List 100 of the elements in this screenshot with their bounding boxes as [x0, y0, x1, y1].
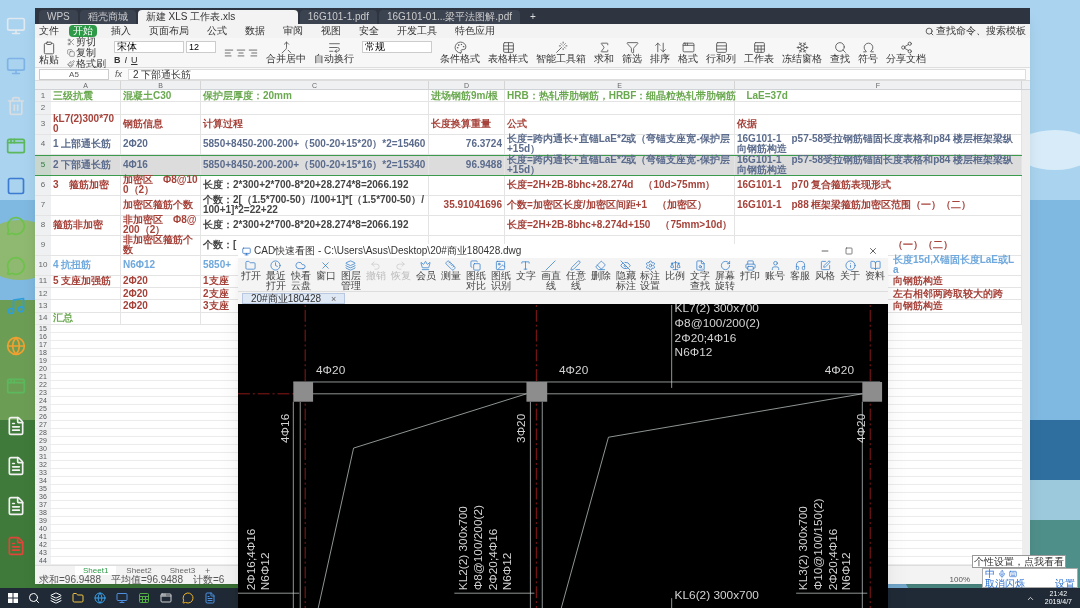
toolbar-button[interactable]: 隐藏标注	[614, 260, 637, 291]
cell-text: 个数=加密区长度/加密区间距+1 （加密区）	[507, 200, 708, 211]
font-style-button[interactable]: B	[114, 54, 121, 65]
toolbar-button[interactable]: 任意线	[564, 260, 587, 291]
toolbar-button[interactable]: 打印	[739, 260, 762, 281]
ribbon-button[interactable]: 排序	[650, 41, 670, 64]
settings-link[interactable]: 设置	[1055, 579, 1075, 589]
function-label: fx	[115, 69, 122, 79]
status-text: 求和=96.9488 平均值=96.9488 计数=6	[39, 575, 225, 584]
ribbon-button[interactable]: 分享文档	[886, 41, 926, 64]
ribbon-button[interactable]: 合并居中	[266, 41, 306, 64]
menu-tab[interactable]: 数据	[241, 25, 269, 37]
cell-text: （一）（二）	[893, 240, 953, 251]
ribbon-button[interactable]: 筛选	[622, 41, 642, 64]
row-number[interactable]: 1	[35, 90, 51, 102]
ribbon-button[interactable]: 求和	[594, 41, 614, 64]
menu-tab[interactable]: 公式	[203, 25, 231, 37]
toolbar-button[interactable]: 测量	[439, 260, 462, 281]
font-select[interactable]: 宋体	[114, 40, 184, 53]
tab-close[interactable]: ×	[331, 293, 337, 304]
toolbar-button[interactable]: 删除	[589, 260, 612, 281]
cell-text: 长度15d,X锚固长度LaE或La	[893, 255, 1016, 275]
document-tab[interactable]: 稻壳商城	[79, 10, 136, 24]
ribbon-button[interactable]: 格式刷	[67, 58, 106, 69]
drawing-label: N6Φ12	[839, 552, 854, 591]
add-sheet-button[interactable]: +	[205, 565, 211, 576]
drawing-label: 2Φ20;4Φ16	[674, 330, 737, 345]
toolbar-button[interactable]: 风格	[814, 260, 837, 281]
menu-tab[interactable]: 特色应用	[451, 25, 499, 37]
toolbar-button[interactable]: 比例	[664, 260, 687, 281]
toolbar-button[interactable]: 打开	[240, 260, 262, 281]
toolbar-button[interactable]: 资料	[864, 260, 887, 281]
ime-mode[interactable]: 中	[985, 569, 995, 579]
cancel-flash-link[interactable]: 取消闪烁	[985, 579, 1025, 589]
ribbon-button[interactable]: 查找	[830, 41, 850, 64]
font-style-button[interactable]: I	[124, 54, 127, 65]
ribbon-button[interactable]: 粘贴	[39, 40, 59, 65]
number-format-select[interactable]: 常规	[362, 41, 432, 53]
toolbar-button[interactable]: 会员	[414, 260, 437, 281]
menu-tab[interactable]: 安全	[355, 25, 383, 37]
cell-text: 长度：2*300+2*700-8*20+28.274*8=2066.192	[203, 180, 409, 191]
sheet-tab[interactable]: Sheet2	[118, 565, 160, 576]
new-tab-button[interactable]: +	[522, 10, 544, 24]
ribbon-button[interactable]: 冻结窗格	[782, 41, 822, 64]
toolbar-button[interactable]: 图纸对比	[464, 260, 487, 291]
formula-field[interactable]: 2 下部通长筋	[128, 68, 1026, 80]
row-number[interactable]: 13	[35, 300, 51, 312]
ribbon-button[interactable]: 复制	[67, 47, 106, 58]
file-menu[interactable]: 文件	[39, 25, 59, 37]
ribbon-button[interactable]: 自动换行	[314, 41, 354, 64]
toolbar-button[interactable]: 快看云盘	[289, 260, 312, 291]
toolbar-button[interactable]: 最近打开	[264, 260, 287, 291]
ribbon-button[interactable]: 格式	[678, 41, 698, 64]
ribbon-button[interactable]: 智能工具箱	[536, 41, 586, 64]
drawing-canvas[interactable]: KL7(2) 300x700 Φ8@100/200(2) 2Φ20;4Φ16 N6Φ12 4Φ20 4Φ20 4Φ20 4Φ16 3Φ20 4Φ20 2Φ16;4Φ16 N6Φ12 KL2(2) 300x700 Φ8@100/200(2) 2Φ20;4Φ16 N6Φ12 KL3(2) 300x700 Φ10@100/150(2) 2Φ20;4Φ16 N6Φ12 KL6(2) 300x700	[238, 304, 888, 608]
font-size-select[interactable]: 12	[186, 40, 216, 53]
toolbar-button[interactable]: 关于	[839, 260, 862, 281]
name-box[interactable]: A5	[39, 68, 109, 80]
ribbon-button[interactable]: 条件格式	[440, 41, 480, 64]
menu-tab[interactable]: 视图	[317, 25, 345, 37]
cell-text: 长度换算重量	[431, 119, 491, 130]
document-tab[interactable]: WPS	[39, 10, 78, 24]
cell-text: 依据	[737, 119, 757, 130]
cell-text: 非加密区箍筋个数	[123, 235, 194, 256]
toolbar-button[interactable]: 标注设置	[639, 260, 662, 291]
cell-text: 长度=跨内通长+直锚LaE*2或（弯锚支座宽-保护层+15d）	[507, 155, 731, 176]
menu-tab[interactable]: 页面布局	[145, 25, 193, 37]
row-number[interactable]: 5	[35, 155, 51, 175]
drawing-label: 2Φ16;4Φ16	[243, 528, 258, 591]
drawing-label: 4Φ20	[316, 363, 346, 378]
window-title: CAD快速看图 - C:\Users\Asus\Desktop\20#商业180428.dwg	[254, 245, 522, 257]
row-number[interactable]: 11	[35, 275, 51, 287]
toolbar-button[interactable]: 屏幕旋转	[714, 260, 737, 291]
ribbon-button[interactable]: 剪切	[67, 36, 106, 47]
ribbon-button[interactable]: 符号	[858, 41, 878, 64]
ribbon-button[interactable]: 工作表	[744, 41, 774, 64]
menu-tab[interactable]: 插入	[107, 25, 135, 37]
toolbar-button[interactable]: 文字查找	[689, 260, 712, 291]
document-tab[interactable]: 新建 XLS 工作表.xls	[137, 10, 298, 24]
ribbon-button[interactable]: 行和列	[706, 41, 736, 64]
sheet-tab[interactable]: Sheet1	[75, 565, 117, 576]
document-tab[interactable]: 16G101-01...梁平法图解.pdf	[378, 10, 520, 24]
document-tab[interactable]: 16G101-1.pdf	[299, 10, 377, 24]
toolbar-button[interactable]: 文字	[514, 260, 537, 281]
toolbar-button[interactable]: 图纸识别	[489, 260, 512, 291]
cell-text: 5850+8450-200-200+（500-20+15*16）*2=15340	[203, 160, 426, 171]
cell-text: 个数：2[（1.5*700-50）/100+1]*[（1.5*700-50）/100+1]*2=22+22	[203, 195, 425, 216]
toolbar-button[interactable]: 客服	[789, 260, 812, 281]
sheet-tab[interactable]: Sheet3	[161, 565, 204, 576]
font-style-button[interactable]: U	[131, 54, 138, 65]
ribbon-button[interactable]: 表格样式	[488, 41, 528, 64]
toolbar-button[interactable]: 账号	[764, 260, 787, 281]
toolbar-button[interactable]: 图层管理	[339, 260, 362, 291]
toolbar-button[interactable]: 画直线	[539, 260, 562, 291]
toolbar-button[interactable]: 窗口	[314, 260, 337, 281]
menu-tab[interactable]: 开始	[69, 25, 97, 37]
menu-tab[interactable]: 开发工具	[393, 25, 441, 37]
menu-tab[interactable]: 审阅	[279, 25, 307, 37]
row-number[interactable]: 2	[35, 102, 51, 114]
drawing-label: 2Φ20;4Φ16	[485, 528, 500, 591]
